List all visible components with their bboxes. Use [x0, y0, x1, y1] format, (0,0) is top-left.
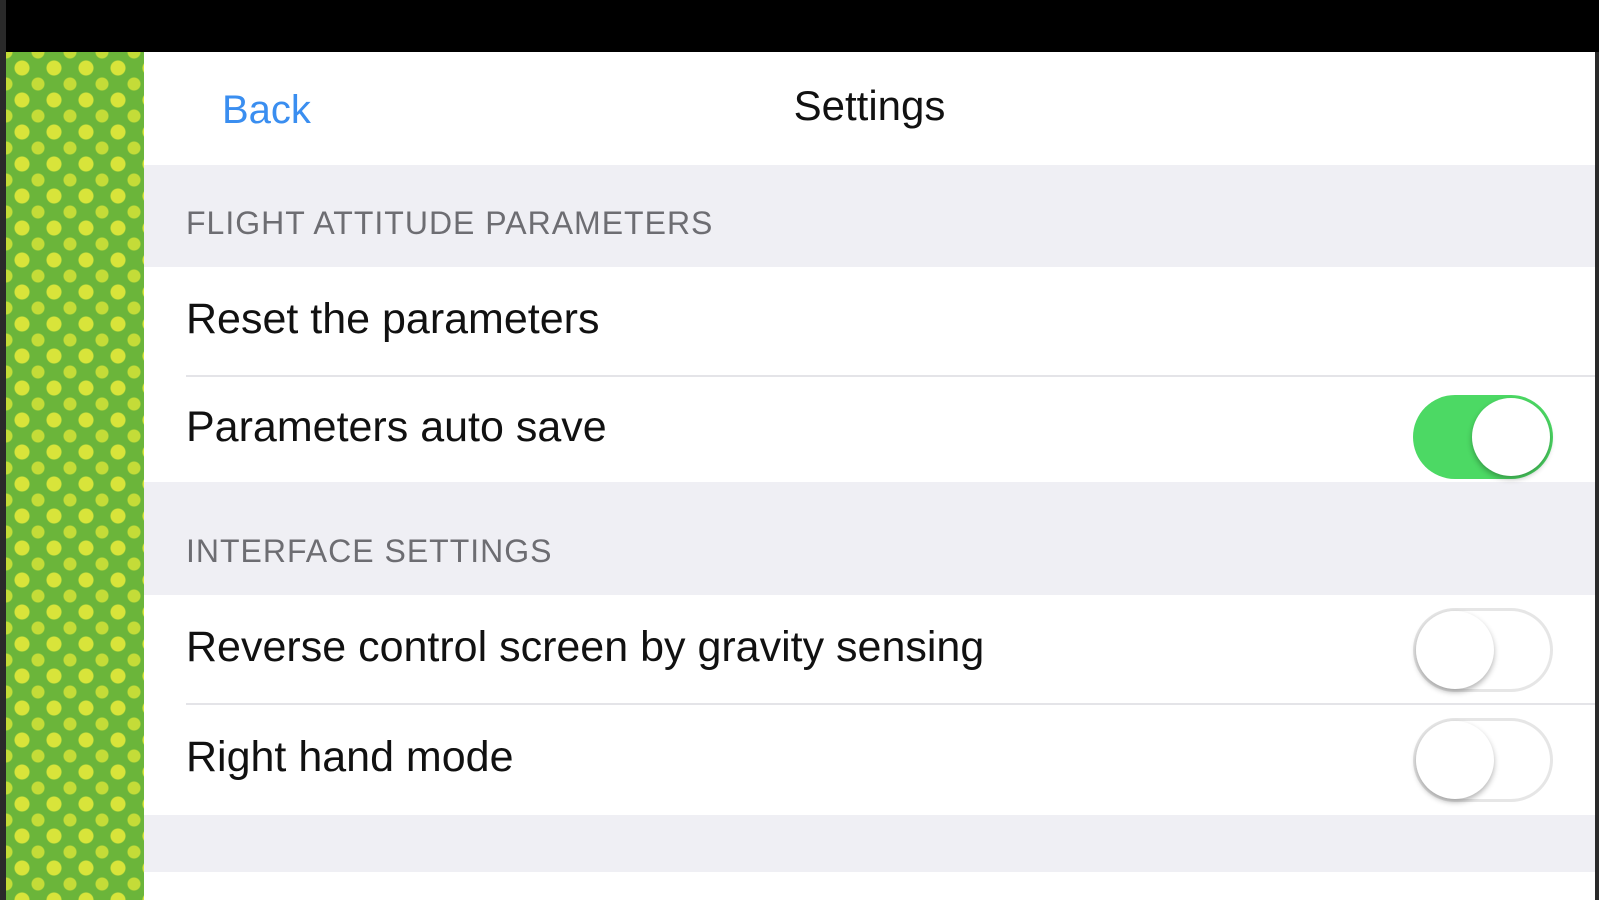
- auto-save-label: Parameters auto save: [186, 403, 607, 451]
- section-header-interface-settings: INTERFACE SETTINGS: [186, 533, 553, 569]
- device-frame-right: [1595, 52, 1599, 900]
- toggle-knob: [1472, 398, 1550, 476]
- app-screen: Back Settings FLIGHT ATTITUDE PARAMETERS…: [0, 0, 1599, 900]
- navigation-bar: Back Settings: [144, 52, 1595, 165]
- auto-save-toggle[interactable]: [1413, 395, 1553, 479]
- right-hand-mode-label: Right hand mode: [186, 733, 514, 781]
- auto-save-row: Parameters auto save: [144, 377, 1595, 482]
- right-hand-mode-toggle[interactable]: [1413, 718, 1553, 802]
- reset-parameters-label: Reset the parameters: [186, 295, 600, 343]
- reverse-control-label: Reverse control screen by gravity sensin…: [186, 623, 985, 671]
- settings-panel: Back Settings FLIGHT ATTITUDE PARAMETERS…: [144, 52, 1595, 900]
- background-pattern: [6, 52, 144, 900]
- page-title: Settings: [793, 82, 946, 129]
- section-header-flight-attitude: FLIGHT ATTITUDE PARAMETERS: [186, 205, 714, 241]
- reverse-control-row: Reverse control screen by gravity sensin…: [144, 595, 1595, 705]
- interface-settings-group: Reverse control screen by gravity sensin…: [144, 595, 1595, 815]
- reset-parameters-row[interactable]: Reset the parameters: [144, 267, 1595, 377]
- next-group-partial: [144, 872, 1595, 900]
- flight-attitude-group: Reset the parameters Parameters auto sav…: [144, 267, 1595, 482]
- right-hand-mode-row: Right hand mode: [144, 705, 1595, 815]
- toggle-knob: [1416, 611, 1494, 689]
- reverse-control-toggle[interactable]: [1413, 608, 1553, 692]
- toggle-knob: [1416, 721, 1494, 799]
- status-bar: [6, 0, 1599, 52]
